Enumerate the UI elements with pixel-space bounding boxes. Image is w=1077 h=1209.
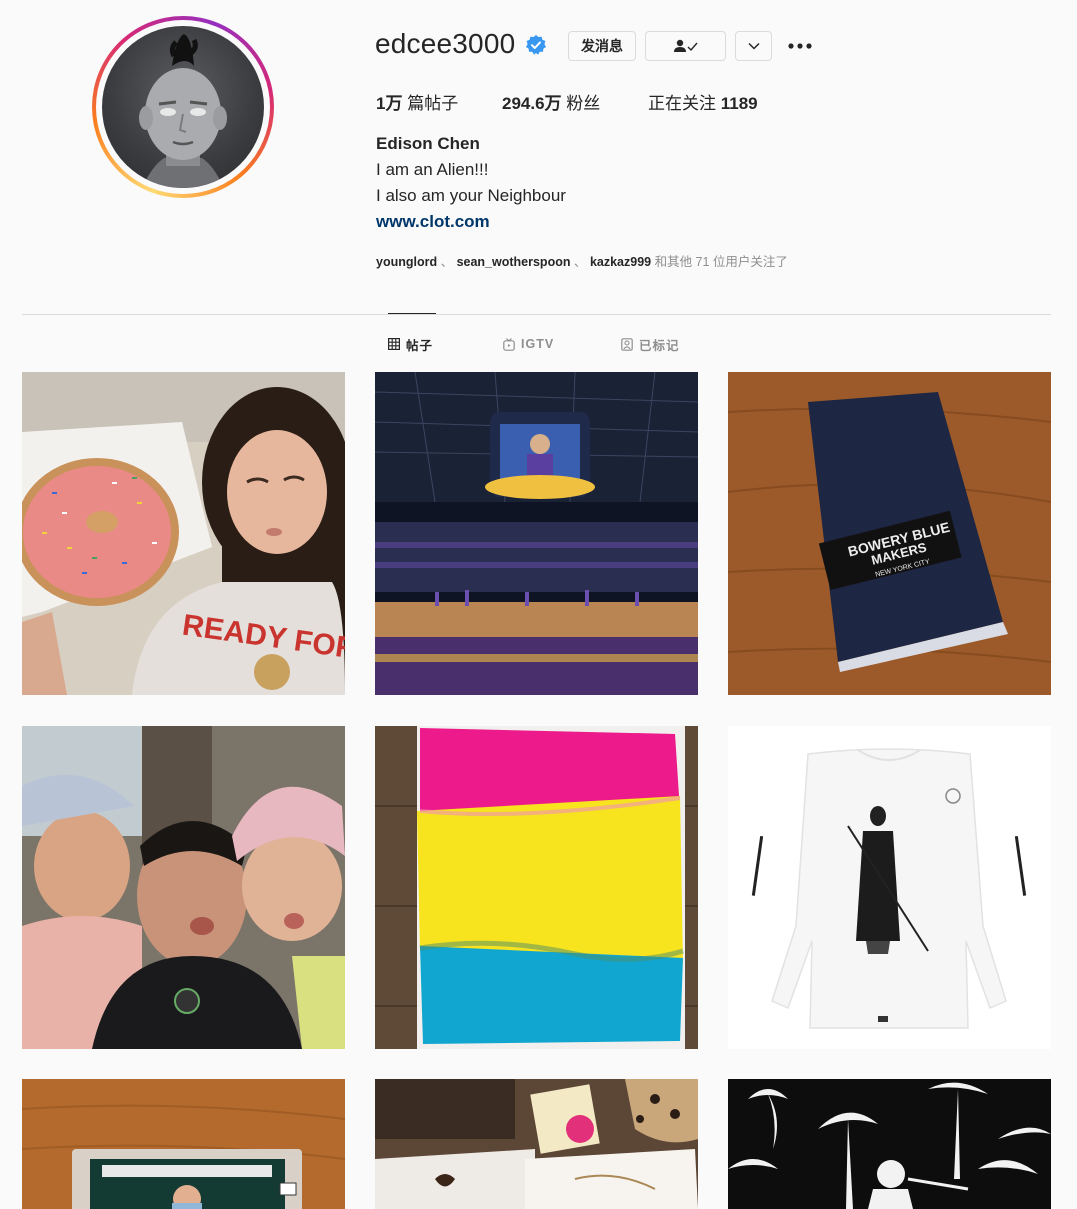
person-check-icon — [673, 39, 698, 52]
post-image — [728, 726, 1051, 1049]
post-image — [22, 1079, 345, 1209]
post-tile[interactable] — [728, 726, 1051, 1049]
tagged-icon — [621, 337, 633, 351]
verified-badge-icon — [526, 35, 546, 55]
tabs-divider — [22, 314, 1051, 315]
website-link[interactable]: www.clot.com — [376, 212, 490, 232]
tab-igtv[interactable]: IGTV — [503, 336, 554, 352]
following-button[interactable] — [645, 31, 726, 61]
profile-page: edcee3000 发消息 1万 篇帖子 294.6万 粉丝 正在关注 1189… — [0, 0, 1077, 1209]
post-tile[interactable] — [22, 1079, 345, 1209]
post-tile[interactable]: BOWERY BLUE MAKERS NEW YORK CITY — [728, 372, 1051, 695]
post-image: BOWERY BLUE MAKERS NEW YORK CITY — [728, 372, 1051, 695]
avatar-story-ring[interactable] — [92, 16, 274, 198]
message-button[interactable]: 发消息 — [568, 31, 636, 61]
more-options-icon[interactable] — [787, 36, 813, 56]
followers-count[interactable]: 294.6万 粉丝 — [502, 89, 600, 114]
post-image: READY FOR — [22, 372, 345, 695]
full-name: Edison Chen — [376, 134, 480, 153]
avatar-photo — [139, 34, 227, 188]
chevron-down-icon — [747, 42, 760, 50]
post-image — [375, 1079, 698, 1209]
post-tile[interactable] — [375, 372, 698, 695]
bio-line: I also am your Neighbour — [376, 186, 566, 205]
post-tile[interactable] — [22, 726, 345, 1049]
post-tile[interactable]: READY FOR — [22, 372, 345, 695]
posts-count: 1万 篇帖子 — [376, 94, 459, 113]
following-count[interactable]: 正在关注 1189 — [648, 89, 758, 114]
follower-username[interactable]: younglord — [376, 255, 437, 269]
post-image — [375, 726, 698, 1049]
username: edcee3000 — [375, 28, 516, 59]
avatar[interactable] — [102, 26, 264, 188]
post-tile[interactable] — [728, 1079, 1051, 1209]
igtv-icon — [503, 337, 515, 351]
grid-icon — [388, 338, 400, 350]
bio-line: I am an Alien!!! — [376, 160, 489, 179]
suggested-accounts-dropdown-button[interactable] — [735, 31, 772, 61]
follower-username[interactable]: sean_wotherspoon — [457, 255, 571, 269]
follower-username[interactable]: kazkaz999 — [590, 255, 651, 269]
tab-posts[interactable]: 帖子 — [388, 336, 433, 353]
active-tab-indicator — [388, 313, 436, 314]
post-image — [728, 1079, 1051, 1209]
post-image — [22, 726, 345, 1049]
tab-tagged[interactable]: 已标记 — [621, 336, 680, 353]
post-image — [375, 372, 698, 695]
post-tile[interactable] — [375, 1079, 698, 1209]
followed-by-text[interactable]: younglord 、 sean_wotherspoon 、 kazkaz999… — [376, 251, 788, 270]
post-tile[interactable] — [375, 726, 698, 1049]
